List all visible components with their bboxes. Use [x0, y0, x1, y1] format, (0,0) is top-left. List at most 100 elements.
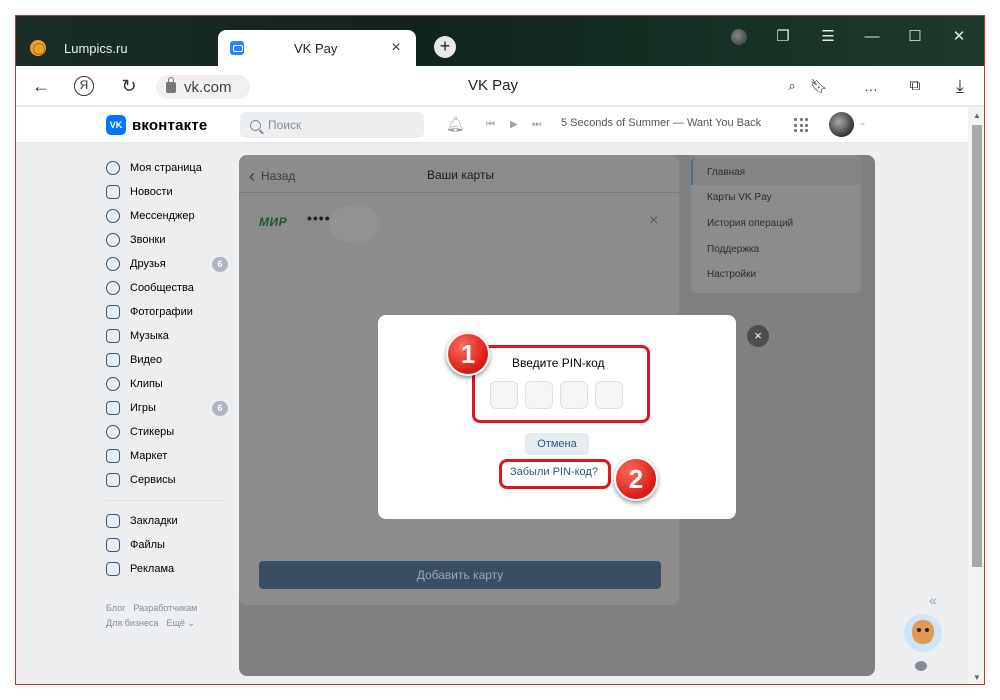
scrollbar-thumb[interactable] — [972, 125, 982, 567]
card-number-blur — [329, 205, 381, 243]
chat-bubble-icon[interactable] — [915, 661, 927, 671]
collapse-chats-icon[interactable]: « — [929, 592, 937, 608]
remove-card-icon[interactable]: × — [649, 212, 658, 230]
tab-vk-pay[interactable]: VK Pay × — [218, 30, 416, 66]
footer-link-more[interactable]: Ещё ⌄ — [167, 618, 195, 628]
minimize-icon[interactable]: — — [861, 26, 883, 48]
sidebar-item-messenger[interactable]: Мессенджер — [106, 204, 236, 228]
sidebar-item-ads[interactable]: Реклама — [106, 557, 236, 581]
lumpics-favicon-icon — [30, 40, 46, 56]
video-icon — [106, 353, 120, 367]
sidebar-item-games[interactable]: Игры 6 — [106, 396, 236, 420]
close-window-icon[interactable]: ✕ — [948, 26, 970, 48]
apps-grid-icon[interactable] — [794, 118, 808, 132]
sidebar-item-photos[interactable]: Фотографии — [106, 300, 236, 324]
sidebar-item-communities[interactable]: Сообщества — [106, 276, 236, 300]
sidebar-footer: Блог Разработчикам Для бизнеса Ещё ⌄ — [106, 601, 205, 631]
highlight-forgot-link — [499, 459, 611, 489]
services-icon — [106, 473, 120, 487]
count-badge: 6 — [212, 401, 228, 416]
modal-close-button[interactable]: × — [747, 325, 769, 347]
communities-icon — [106, 281, 120, 295]
sidebar-item-clips[interactable]: Клипы — [106, 372, 236, 396]
play-icon[interactable]: ▶ — [510, 115, 518, 135]
step-marker-2: 2 — [614, 457, 658, 501]
chevron-down-icon[interactable]: ⌄ — [859, 117, 867, 128]
sidebar-divider — [106, 500, 226, 501]
market-icon — [106, 449, 120, 463]
menu-icon[interactable]: ☰ — [817, 26, 839, 48]
back-link[interactable]: Назад — [249, 166, 295, 187]
nav-item-main[interactable]: Главная — [707, 167, 745, 178]
vk-header: VK вконтакте Поиск 🔔︎ ⏮ ▶ ⏭ 5 Seconds of… — [16, 107, 968, 143]
chat-avatar[interactable] — [904, 614, 942, 652]
sidebar-item-stickers[interactable]: Стикеры — [106, 420, 236, 444]
reload-icon[interactable]: ↻ — [118, 75, 140, 97]
sidebar-item-market[interactable]: Маркет — [106, 444, 236, 468]
sidebar-item-calls[interactable]: Звонки — [106, 228, 236, 252]
sidebar-item-music[interactable]: Музыка — [106, 324, 236, 348]
nav-item-vkpay-cards[interactable]: Карты VK Pay — [707, 192, 772, 203]
sidebar-item-label: Маркет — [130, 450, 168, 462]
back-arrow-icon[interactable]: ← — [30, 75, 52, 97]
user-circle-icon — [106, 161, 120, 175]
sidebar-item-my-page[interactable]: Моя страница — [106, 156, 236, 180]
more-icon[interactable]: … — [860, 75, 882, 97]
page-title: VK Pay — [468, 77, 519, 94]
scroll-up-icon[interactable]: ▲ — [973, 111, 981, 120]
sidebar-item-label: Клипы — [130, 378, 163, 390]
mir-card-logo: МИР — [259, 215, 288, 229]
sidebar-item-friends[interactable]: Друзья 6 — [106, 252, 236, 276]
sidebar-item-label: Звонки — [130, 234, 166, 246]
footer-link-blog[interactable]: Блог — [106, 603, 125, 613]
sidebar-item-label: Мессенджер — [130, 210, 195, 222]
sidebar-item-label: Файлы — [130, 539, 165, 551]
nav-item-support[interactable]: Поддержка — [707, 244, 759, 255]
sidebar-item-files[interactable]: Файлы — [106, 533, 236, 557]
stickers-icon — [106, 425, 120, 439]
sidebar-item-services[interactable]: Сервисы — [106, 468, 236, 492]
games-icon — [106, 401, 120, 415]
bookmark-icon[interactable]: 🔖︎ — [808, 75, 830, 97]
cancel-button[interactable]: Отмена — [525, 433, 589, 455]
now-playing-track[interactable]: 5 Seconds of Summer — Want You Back — [561, 117, 761, 129]
yandex-icon[interactable]: Я — [74, 76, 94, 96]
maximize-icon[interactable]: ☐ — [904, 26, 926, 48]
news-icon — [106, 185, 120, 199]
protect-icon[interactable]: ⌕ — [781, 75, 803, 97]
collections-icon[interactable]: ❐ — [772, 26, 794, 48]
sidebar-item-label: Сервисы — [130, 474, 176, 486]
message-icon — [106, 209, 120, 223]
vk-logo-text: вконтакте — [132, 116, 208, 134]
tab-close-icon[interactable]: × — [386, 39, 406, 57]
nav-item-history[interactable]: История операций — [707, 218, 793, 229]
sidebar-item-label: Моя страница — [130, 162, 202, 174]
friends-icon — [106, 257, 120, 271]
sidebar-item-label: Стикеры — [130, 426, 175, 438]
vk-logo[interactable]: VK вконтакте — [106, 115, 207, 135]
profile-avatar[interactable] — [728, 26, 750, 48]
url-field[interactable]: vk.com — [156, 75, 250, 99]
next-track-icon[interactable]: ⏭ — [532, 115, 541, 135]
new-tab-button[interactable]: + — [434, 36, 456, 58]
footer-link-developers[interactable]: Разработчикам — [133, 603, 197, 613]
search-input[interactable]: Поиск — [240, 112, 424, 138]
megaphone-icon — [106, 562, 120, 576]
prev-track-icon[interactable]: ⏮ — [486, 115, 495, 135]
page-scrollbar[interactable]: ▲ ▼ — [968, 107, 984, 684]
user-avatar[interactable] — [829, 112, 854, 137]
nav-item-settings[interactable]: Настройки — [707, 269, 756, 280]
footer-link-business[interactable]: Для бизнеса — [106, 618, 159, 628]
step-marker-1: 1 — [446, 332, 490, 376]
sidebar-item-bookmarks[interactable]: Закладки — [106, 509, 236, 533]
tab-lumpics[interactable]: Lumpics.ru — [24, 30, 214, 66]
scroll-down-icon[interactable]: ▼ — [973, 673, 981, 682]
collections-icon[interactable]: ⧉ — [904, 75, 926, 97]
sidebar-item-label: Друзья — [130, 258, 166, 270]
add-card-button[interactable]: Добавить карту — [259, 561, 661, 589]
sidebar-item-news[interactable]: Новости — [106, 180, 236, 204]
sidebar-item-video[interactable]: Видео — [106, 348, 236, 372]
bell-icon[interactable]: 🔔︎ — [446, 115, 465, 135]
left-sidebar: Моя страница Новости Мессенджер Звонки Д… — [106, 156, 236, 581]
download-icon[interactable]: ⤓ — [949, 75, 971, 97]
